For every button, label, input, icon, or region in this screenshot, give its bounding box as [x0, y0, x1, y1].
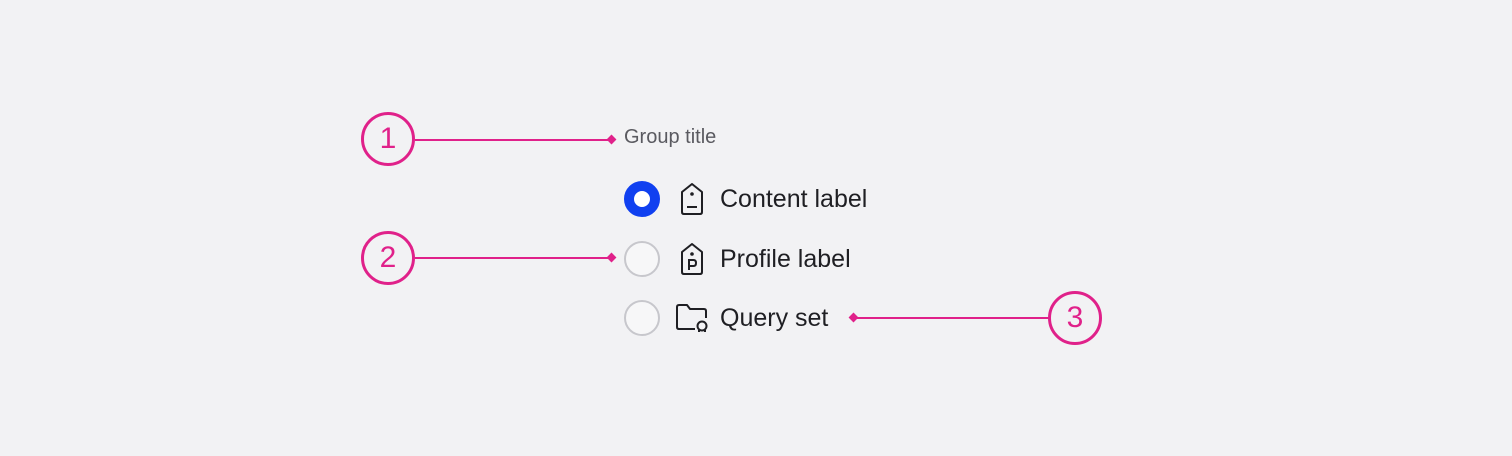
- radio-button-unselected[interactable]: [624, 300, 660, 336]
- radio-button-unselected[interactable]: [624, 241, 660, 277]
- profile-tag-icon: [674, 241, 710, 277]
- callout-1-leader: [415, 139, 611, 141]
- callout-3-leader: [855, 317, 1049, 319]
- folder-query-icon: [674, 300, 710, 336]
- option-label-content[interactable]: Content label: [720, 185, 867, 214]
- option-label-query[interactable]: Query set: [720, 304, 828, 333]
- callout-2-number: 2: [379, 241, 397, 274]
- callout-3-marker: [848, 312, 859, 323]
- radio-option-query[interactable]: Query set: [624, 298, 828, 338]
- option-label-profile[interactable]: Profile label: [720, 245, 851, 274]
- callout-2-leader: [415, 257, 611, 259]
- radio-option-profile[interactable]: Profile label: [624, 239, 851, 279]
- callout-2-marker: [606, 252, 617, 263]
- radio-button-selected[interactable]: [624, 181, 660, 217]
- tag-icon: [674, 181, 710, 217]
- group-title: Group title: [624, 126, 717, 148]
- radio-option-content[interactable]: Content label: [624, 179, 867, 219]
- callout-1-number: 1: [379, 122, 397, 155]
- callout-1: 1: [361, 112, 415, 166]
- callout-1-marker: [606, 134, 617, 145]
- callout-3: 3: [1048, 291, 1102, 345]
- callout-3-number: 3: [1066, 301, 1084, 334]
- callout-2: 2: [361, 231, 415, 285]
